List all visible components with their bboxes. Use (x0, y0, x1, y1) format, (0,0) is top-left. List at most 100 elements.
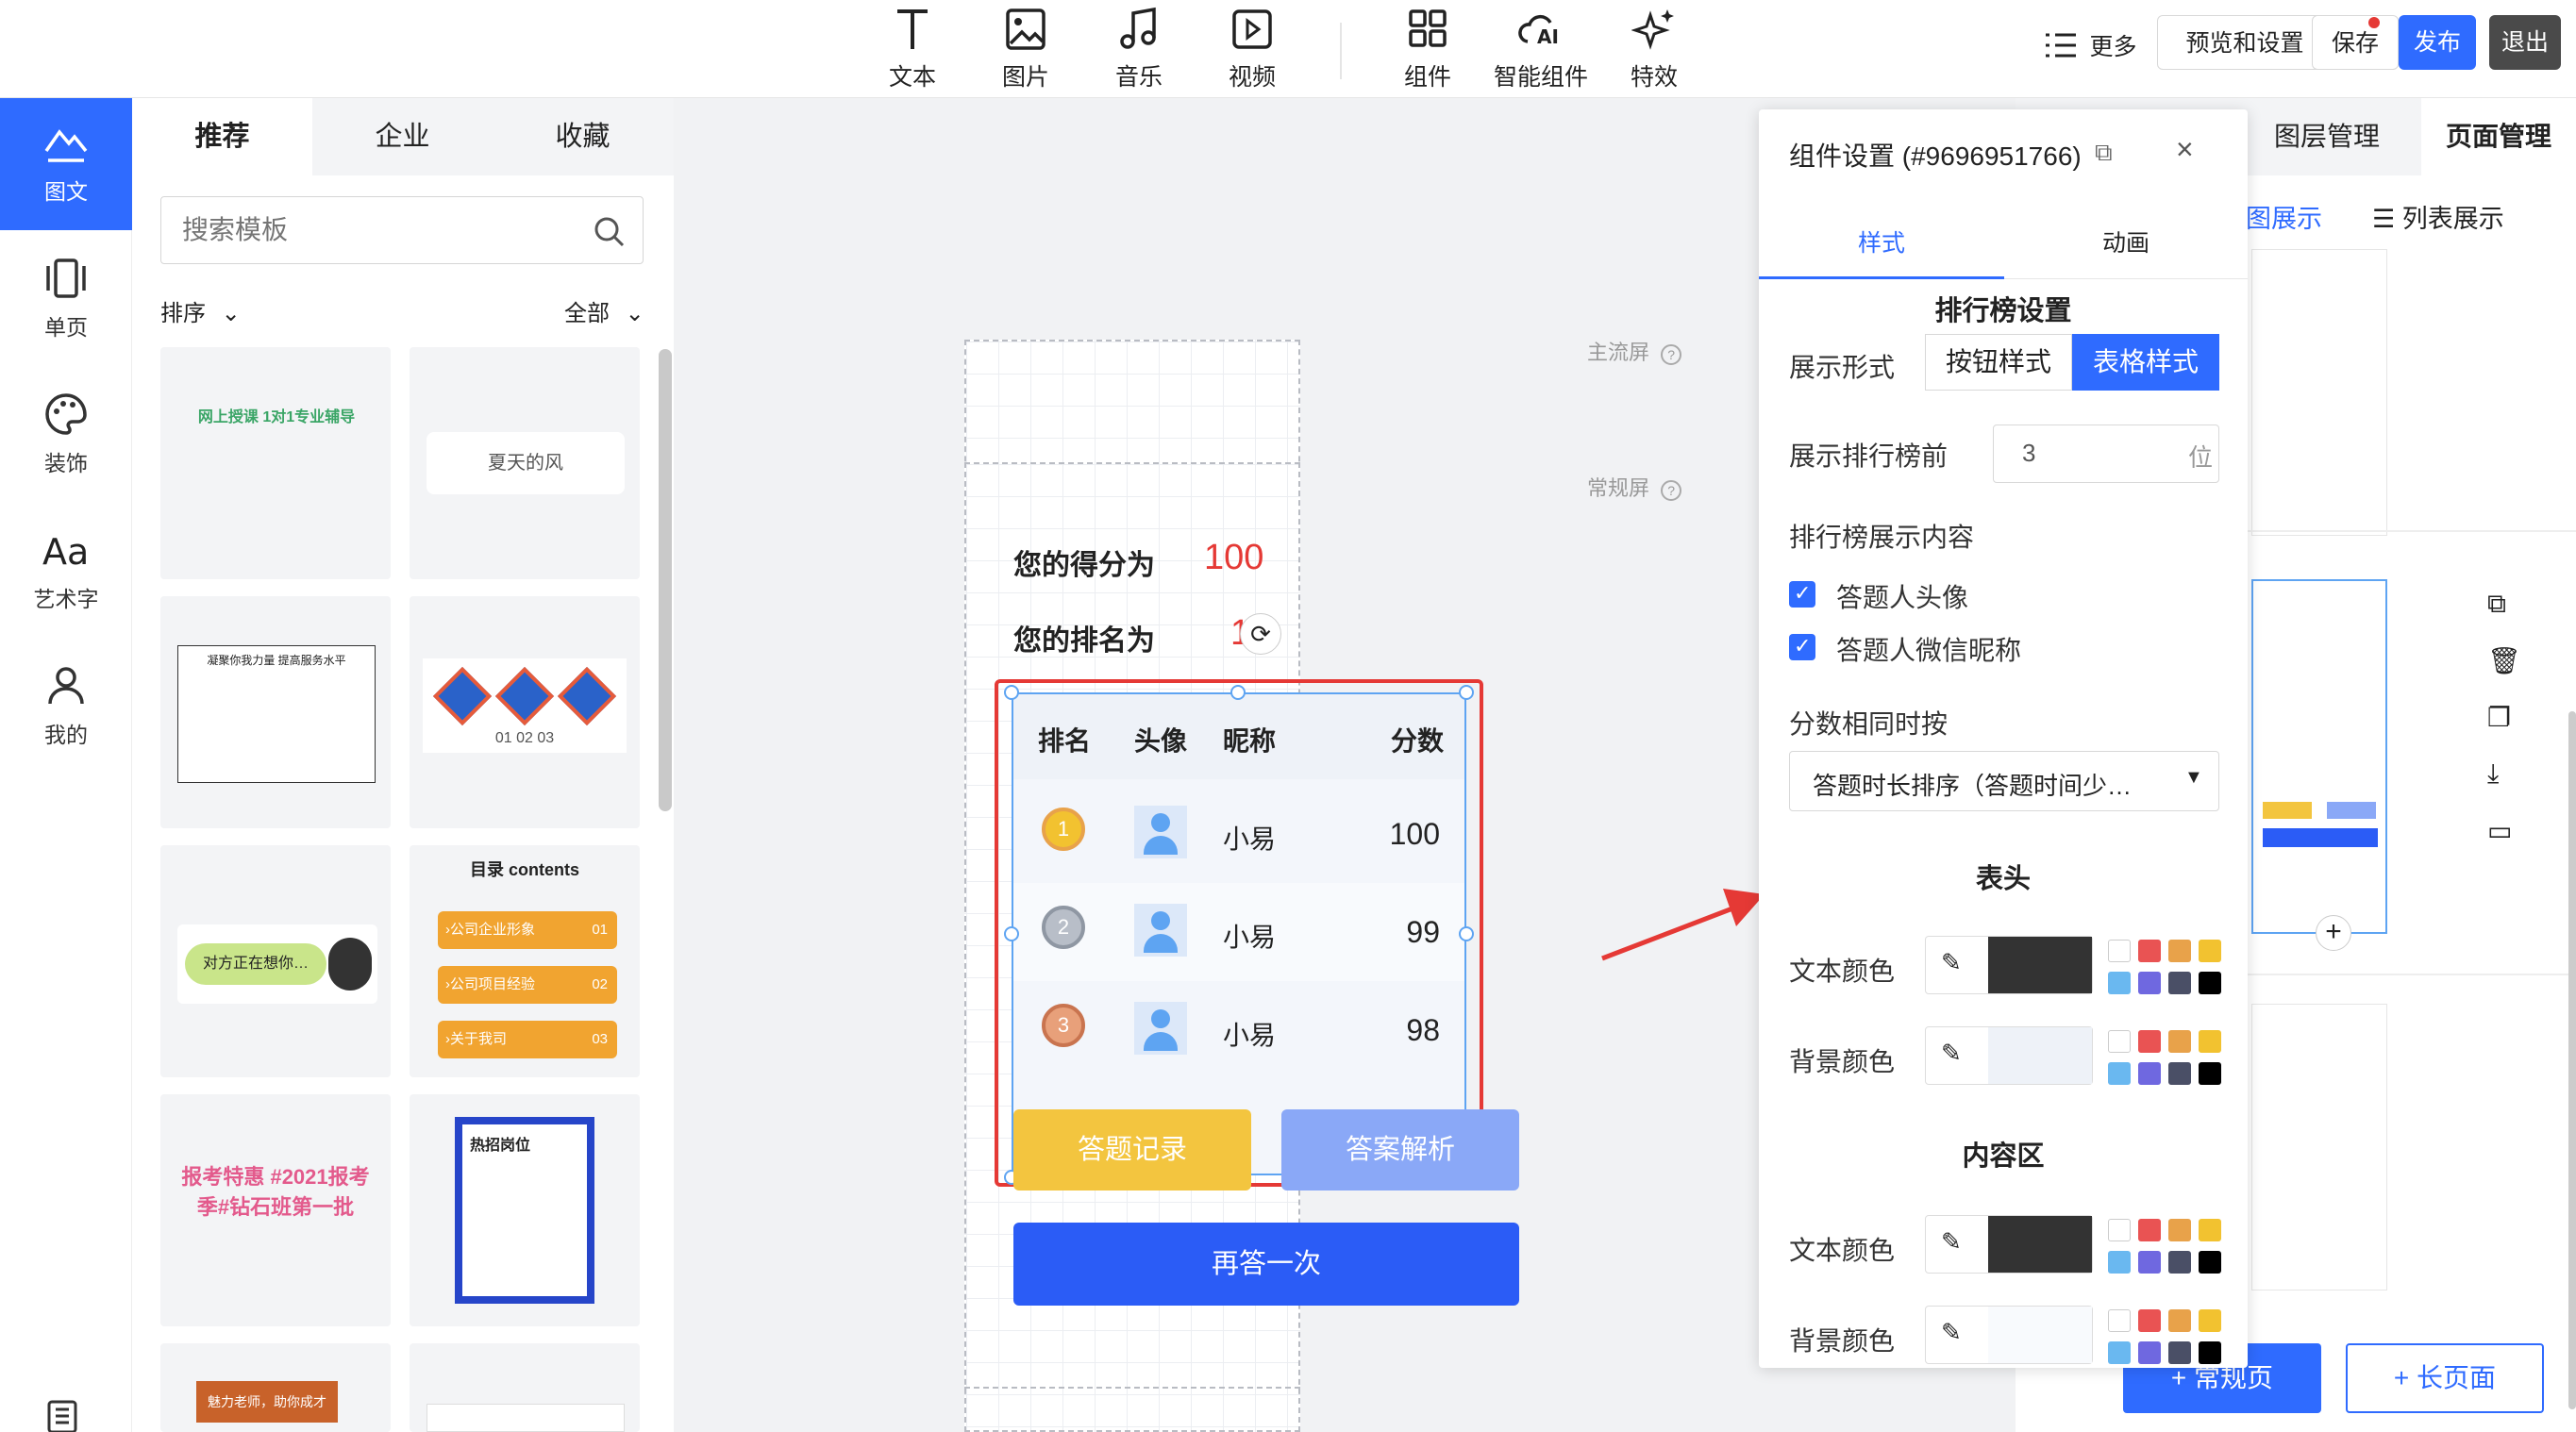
resize-handle[interactable] (1459, 685, 1474, 700)
answer-records-button[interactable]: 答题记录 (1013, 1109, 1251, 1191)
color-swatch[interactable] (2138, 1030, 2161, 1053)
search-icon[interactable] (594, 216, 626, 248)
template-card[interactable]: 热招岗位 (410, 1094, 640, 1326)
content-bg-color-picker[interactable]: ✎ (1925, 1306, 2093, 1364)
header-bg-color-picker[interactable]: ✎ (1925, 1026, 2093, 1085)
color-swatch[interactable] (2199, 1030, 2221, 1053)
clipboard-icon[interactable] (43, 1396, 81, 1432)
color-swatch[interactable] (2168, 1251, 2191, 1274)
option-button-style[interactable]: 按钮样式 (1925, 334, 2072, 391)
tab-animation[interactable]: 动画 (2004, 208, 2248, 279)
rail-item-decoration[interactable]: 装饰 (0, 370, 132, 502)
view-list-toggle[interactable]: ☰ 列表展示 (2372, 198, 2504, 235)
retry-button[interactable]: 再答一次 (1013, 1223, 1519, 1306)
sort-dropdown[interactable]: 排序 ⌄ (160, 294, 241, 327)
color-swatch[interactable] (2199, 1219, 2221, 1241)
template-card[interactable]: 目录 contents ›公司企业形象 01 ›公司项目经验 02 ›关于我司 03 (410, 845, 640, 1077)
tab-layer-management[interactable]: 图层管理 (2251, 98, 2402, 175)
color-swatch[interactable] (2108, 972, 2131, 994)
checkbox-nickname[interactable]: ✓ (1789, 634, 1815, 660)
color-swatch[interactable] (2138, 1219, 2161, 1241)
color-swatch[interactable] (2168, 972, 2191, 994)
template-card[interactable]: 报考特惠 #2021报考季#钻石班第一批 (160, 1094, 391, 1326)
refresh-icon[interactable]: ⟳ (1240, 613, 1281, 655)
resize-handle[interactable] (1230, 685, 1246, 700)
trash-icon[interactable]: 🗑 (2487, 645, 2525, 702)
color-swatch[interactable] (2168, 1341, 2191, 1364)
color-swatch[interactable] (2138, 1341, 2161, 1364)
resize-handle[interactable] (1459, 926, 1474, 941)
color-swatch[interactable] (2199, 940, 2221, 962)
color-swatch[interactable] (2138, 940, 2161, 962)
color-swatch[interactable] (2108, 1219, 2131, 1241)
folder-icon[interactable]: ▭ (2487, 815, 2525, 872)
template-card[interactable] (410, 1343, 640, 1432)
checkbox-avatar[interactable]: ✓ (1789, 581, 1815, 608)
template-card[interactable]: 01 02 03 (410, 596, 640, 828)
color-swatch[interactable] (2138, 1309, 2161, 1332)
preview-settings-button[interactable]: 预览和设置 (2157, 15, 2333, 70)
publish-button[interactable]: 发布 (2399, 15, 2476, 70)
color-swatch[interactable] (2199, 1251, 2221, 1274)
rail-item-mine[interactable]: 我的 (0, 641, 132, 774)
answer-analysis-button[interactable]: 答案解析 (1281, 1109, 1519, 1191)
template-card[interactable]: 网上授课 1对1专业辅导 (160, 347, 391, 579)
tool-image[interactable]: 图片 (974, 6, 1078, 92)
color-swatch[interactable] (2168, 1030, 2191, 1053)
resize-handle[interactable] (1004, 926, 1019, 941)
right-scrollbar[interactable] (2568, 711, 2576, 1409)
color-swatch[interactable] (2138, 1251, 2161, 1274)
tool-video[interactable]: 视频 (1200, 6, 1304, 92)
add-long-page-button[interactable]: + 长页面 (2346, 1343, 2544, 1413)
view-grid-toggle[interactable]: 图展示 (2246, 198, 2322, 235)
rank-table[interactable]: 排名 头像 昵称 分数 1 小易 100 2 小易 99 3 小易 98 (1012, 692, 1466, 1175)
page-thumbnail[interactable] (2251, 1004, 2387, 1290)
content-text-color-picker[interactable]: ✎ (1925, 1215, 2093, 1274)
top-n-input[interactable]: 3 位 (1993, 425, 2219, 483)
tool-music[interactable]: 音乐 (1087, 6, 1191, 92)
more-menu[interactable]: 更多 (2044, 28, 2136, 66)
page-thumbnail-active[interactable] (2251, 579, 2387, 934)
rail-item-single-page[interactable]: 单页 (0, 234, 132, 366)
download-icon[interactable]: ⤓ (2487, 758, 2525, 815)
template-card[interactable]: 魅力老师，助你成才 (160, 1343, 391, 1432)
template-card[interactable]: 夏天的风 (410, 347, 640, 579)
template-card[interactable]: 对方正在想你… (160, 845, 391, 1077)
color-swatch[interactable] (2199, 972, 2221, 994)
tie-select[interactable]: 答题时长排序（答题时间少… ▼ (1789, 751, 2219, 811)
duplicate-icon[interactable]: ❐ (2487, 702, 2525, 758)
tool-effects[interactable]: 特效 (1602, 6, 1706, 92)
color-swatch[interactable] (2168, 1062, 2191, 1085)
filter-dropdown[interactable]: 全部 ⌄ (564, 294, 644, 327)
tab-recommend[interactable]: 推荐 (132, 98, 312, 175)
tool-component[interactable]: 组件 (1376, 6, 1480, 92)
copy-id-icon[interactable]: ⧉ (2095, 138, 2113, 168)
tab-enterprise[interactable]: 企业 (312, 98, 493, 175)
add-page-icon[interactable]: + (2316, 915, 2351, 951)
template-card[interactable]: 凝聚你我力量 提高服务水平 (160, 596, 391, 828)
rail-item-art-text[interactable]: Aa 艺术字 (0, 506, 132, 638)
tool-smart-component[interactable]: AI 智能组件 (1489, 6, 1593, 92)
eyedropper-icon[interactable]: ✎ (1941, 948, 1962, 977)
template-search-input[interactable] (182, 210, 560, 250)
header-text-color-picker[interactable]: ✎ (1925, 936, 2093, 994)
color-swatch[interactable] (2168, 1309, 2191, 1332)
color-swatch[interactable] (2199, 1062, 2221, 1085)
color-swatch[interactable] (2168, 1219, 2191, 1241)
color-swatch[interactable] (2199, 1341, 2221, 1364)
color-swatch[interactable] (2138, 1062, 2161, 1085)
color-swatch[interactable] (2108, 1341, 2131, 1364)
help-circle-icon[interactable]: ? (1661, 344, 1682, 365)
color-swatch[interactable] (2108, 1251, 2131, 1274)
save-button[interactable]: 保存 (2312, 15, 2399, 70)
copy-icon[interactable]: ⧉ (2487, 589, 2525, 645)
template-search[interactable] (160, 196, 644, 264)
resize-handle[interactable] (1004, 685, 1019, 700)
tool-text[interactable]: 文本 (861, 6, 964, 92)
help-circle-icon[interactable]: ? (1661, 480, 1682, 501)
color-swatch[interactable] (2138, 972, 2161, 994)
tab-style[interactable]: 样式 (1759, 208, 2004, 279)
page-thumbnail[interactable] (2251, 249, 2387, 536)
eyedropper-icon[interactable]: ✎ (1941, 1227, 1962, 1257)
rail-item-graphic-text[interactable]: 图文 (0, 98, 132, 230)
